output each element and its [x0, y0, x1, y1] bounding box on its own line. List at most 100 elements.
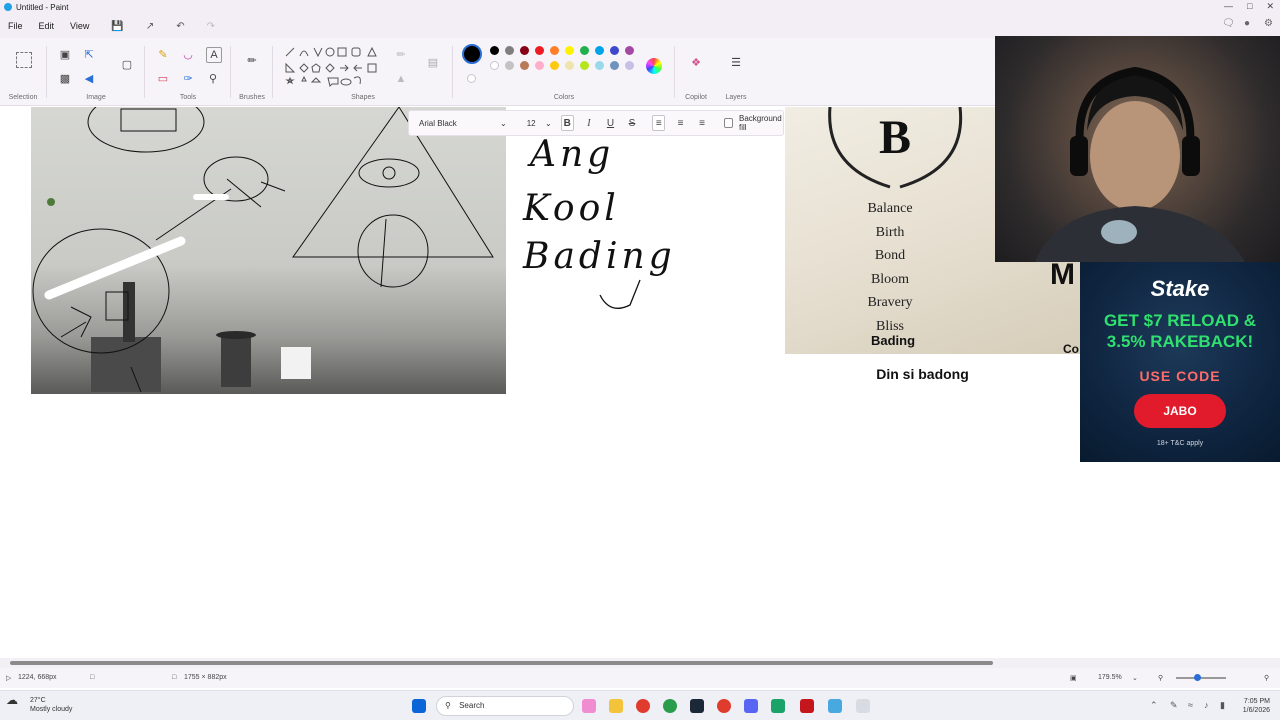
magnifier-icon[interactable]: ⚲ [206, 72, 220, 86]
outline-icon[interactable]: ✏ [394, 48, 408, 62]
app-icon[interactable] [771, 699, 785, 713]
fill-icon[interactable]: ◡ [181, 48, 195, 62]
italic-button[interactable]: I [583, 115, 596, 131]
font-family-select[interactable]: Arial Black ⌄ [419, 119, 507, 128]
zoom-slider-thumb[interactable] [1194, 674, 1201, 681]
chevron-up-icon[interactable]: ⌃ [1150, 700, 1158, 711]
browser-icon[interactable] [717, 699, 731, 713]
background-fill-toggle[interactable]: Background fill [724, 114, 783, 132]
color-picker-icon[interactable]: ✑ [181, 72, 195, 86]
zoom-out-icon[interactable]: ⚲ [1158, 674, 1163, 682]
color-swatch[interactable] [490, 61, 499, 70]
menu-file[interactable]: File [0, 21, 31, 31]
color-swatch[interactable] [595, 46, 604, 55]
color-swatch[interactable] [550, 46, 559, 55]
align-right-icon[interactable]: ≡ [696, 115, 709, 131]
copilot-icon[interactable]: ❖ [689, 56, 703, 70]
color-swatch[interactable] [535, 46, 544, 55]
underline-button[interactable]: U [604, 115, 617, 131]
steam-icon[interactable] [690, 699, 704, 713]
horizontal-scrollbar[interactable] [0, 658, 1280, 668]
color-swatch[interactable] [490, 46, 499, 55]
zoom-in-icon[interactable]: ⚲ [1264, 674, 1269, 682]
volume-icon[interactable]: ♪ [1204, 700, 1209, 710]
divider [272, 46, 273, 98]
fit-to-window-icon[interactable]: ▣ [1070, 674, 1077, 682]
font-size-select[interactable]: 12 ⌄ [527, 119, 552, 128]
brush-icon[interactable]: ✏ [245, 54, 259, 68]
color-swatch[interactable] [610, 61, 619, 70]
strikethrough-button[interactable]: S [626, 115, 639, 131]
minimize-icon[interactable]: — [1224, 1, 1233, 12]
scrollbar-thumb[interactable] [10, 661, 993, 665]
save-icon[interactable]: 💾 [103, 21, 131, 32]
menu-view[interactable]: View [62, 21, 97, 31]
pen-icon[interactable]: ✎ [1170, 700, 1178, 711]
clock[interactable]: 7:05 PM 1/6/2026 [1243, 697, 1270, 715]
chevron-down-icon[interactable]: ⌄ [1132, 674, 1138, 682]
shapes-gallery[interactable] [282, 44, 386, 90]
align-center-icon[interactable]: ≡ [674, 115, 687, 131]
color-swatch[interactable] [565, 61, 574, 70]
zoom-level[interactable]: 179.5% [1098, 674, 1122, 681]
color-swatch[interactable] [550, 61, 559, 70]
paint-taskbar-icon[interactable] [828, 699, 842, 713]
eraser-icon[interactable]: ▭ [156, 72, 170, 86]
settings-gear-icon[interactable]: ⚙ [1264, 18, 1273, 29]
account-icon[interactable]: ● [1244, 18, 1250, 29]
menu-edit[interactable]: Edit [31, 21, 63, 31]
crop-icon[interactable]: ▣ [58, 48, 72, 62]
background-fill-checkbox[interactable] [724, 118, 733, 128]
zoom-slider[interactable] [1176, 674, 1226, 681]
start-icon[interactable] [412, 699, 426, 713]
battery-icon[interactable]: ▮ [1220, 700, 1225, 711]
image-select-icon[interactable]: ▢ [120, 58, 134, 72]
text-icon[interactable]: A [206, 47, 222, 63]
align-left-icon[interactable]: ≡ [652, 115, 666, 131]
discord-icon[interactable] [744, 699, 758, 713]
font-size-value: 12 [526, 118, 536, 128]
pencil-icon[interactable]: ✎ [156, 48, 170, 62]
obs-like-icon[interactable] [800, 699, 814, 713]
maximize-icon[interactable]: □ [1247, 1, 1252, 12]
file-explorer-icon[interactable] [609, 699, 623, 713]
bold-button[interactable]: B [560, 115, 574, 131]
shape-more-icon[interactable]: ▤ [426, 56, 440, 70]
pasted-office-photo[interactable] [31, 107, 506, 394]
selection-icon[interactable] [16, 52, 32, 68]
color-swatch[interactable] [520, 61, 529, 70]
edit-colors-icon[interactable] [646, 58, 662, 74]
color-swatch[interactable] [625, 61, 634, 70]
cloud-icon: ☁ [6, 693, 18, 707]
shape-fill-icon[interactable]: ▲ [394, 72, 408, 86]
snipping-tool-icon[interactable] [856, 699, 870, 713]
color-swatch[interactable] [580, 46, 589, 55]
close-icon[interactable]: ✕ [1266, 1, 1274, 12]
taskbar-search[interactable]: ⚲ Search [436, 696, 574, 716]
chrome-icon[interactable] [636, 699, 650, 713]
color-swatch[interactable] [505, 61, 514, 70]
redo-icon[interactable]: ↷ [199, 21, 223, 32]
layers-icon[interactable]: ☰ [729, 56, 743, 70]
caption-text: Din si badong [876, 366, 969, 382]
chrome-profile-icon[interactable] [663, 699, 677, 713]
color-swatch[interactable] [595, 61, 604, 70]
color-swatch[interactable] [625, 46, 634, 55]
copilot-taskbar-icon[interactable] [582, 699, 596, 713]
color-swatch[interactable] [505, 46, 514, 55]
resize-icon[interactable]: ⇱ [82, 48, 96, 62]
remove-background-icon[interactable]: ▩ [58, 72, 72, 86]
color-swatch[interactable] [535, 61, 544, 70]
color-swatch[interactable] [565, 46, 574, 55]
color-swatch[interactable] [610, 46, 619, 55]
primary-color-swatch[interactable] [462, 44, 482, 64]
rotate-icon[interactable]: ◀ [82, 72, 96, 86]
color-swatch[interactable] [520, 46, 529, 55]
color-swatch[interactable] [580, 61, 589, 70]
weather-widget[interactable]: ☁ 27°C Mostly cloudy [6, 693, 72, 714]
share-icon[interactable]: ↗ [138, 21, 162, 32]
secondary-color-swatch[interactable] [467, 74, 476, 83]
comment-icon[interactable]: 🗨 [1222, 18, 1235, 29]
undo-icon[interactable]: ↶ [168, 21, 192, 32]
wifi-icon[interactable]: ≈ [1188, 700, 1193, 710]
